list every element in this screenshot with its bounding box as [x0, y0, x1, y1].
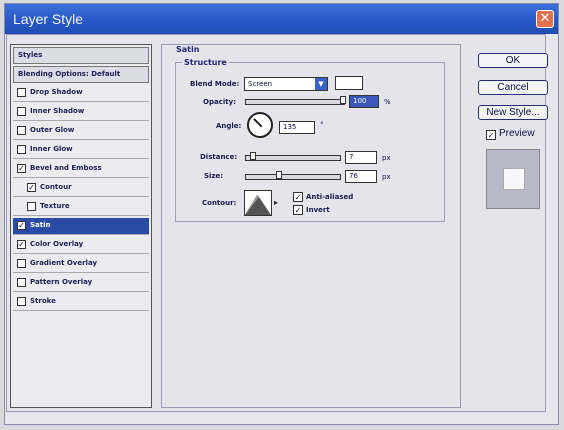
opacity-label: Opacity:: [203, 98, 236, 106]
cancel-button[interactable]: Cancel: [478, 80, 548, 95]
checkbox[interactable]: ✓: [17, 221, 26, 230]
contour-picker[interactable]: [244, 190, 272, 216]
sidebar-item-bevel-and-emboss[interactable]: ✓ Bevel and Emboss: [13, 161, 149, 178]
checkbox[interactable]: ✓: [27, 183, 36, 192]
invert-label: Invert: [306, 206, 330, 214]
checkbox[interactable]: [27, 202, 36, 211]
distance-label: Distance:: [200, 153, 238, 161]
sidebar-item-label: Pattern Overlay: [30, 278, 93, 286]
blend-mode-label: Blend Mode:: [190, 80, 240, 88]
angle-input[interactable]: 135: [279, 121, 315, 134]
sidebar-item-stroke[interactable]: Stroke: [13, 294, 149, 311]
sidebar-item-texture[interactable]: Texture: [13, 199, 149, 216]
blend-mode-select[interactable]: Screen ▼: [244, 77, 328, 91]
checkbox[interactable]: [17, 297, 26, 306]
sidebar-item-contour[interactable]: ✓ Contour: [13, 180, 149, 197]
sidebar-item-outer-glow[interactable]: Outer Glow: [13, 123, 149, 140]
opacity-slider-thumb[interactable]: [340, 96, 346, 104]
new-style-button[interactable]: New Style...: [478, 105, 548, 120]
contour-label: Contour:: [202, 199, 237, 207]
blend-mode-value: Screen: [248, 80, 273, 88]
sidebar-item-color-overlay[interactable]: ✓ Color Overlay: [13, 237, 149, 254]
blend-color-swatch[interactable]: [335, 76, 363, 90]
style-preview: [486, 149, 540, 209]
checkbox[interactable]: [17, 107, 26, 116]
checkbox[interactable]: [17, 145, 26, 154]
blending-options-item[interactable]: Blending Options: Default: [13, 66, 149, 83]
sidebar-item-label: Inner Glow: [30, 145, 73, 153]
group-title: Structure: [182, 58, 229, 67]
section-title: Satin: [176, 45, 200, 54]
sidebar-item-gradient-overlay[interactable]: Gradient Overlay: [13, 256, 149, 273]
checkbox[interactable]: ✓: [17, 240, 26, 249]
opacity-unit: %: [384, 98, 391, 106]
angle-label: Angle:: [216, 122, 242, 130]
size-slider-thumb[interactable]: [276, 171, 282, 179]
preview-label: Preview: [499, 128, 535, 139]
preview-checkbox[interactable]: ✓: [486, 130, 496, 140]
size-slider[interactable]: [245, 171, 341, 180]
contour-dropdown-icon[interactable]: ▸: [274, 190, 284, 216]
sidebar-item-label: Stroke: [30, 297, 56, 305]
sidebar-item-label: Outer Glow: [30, 126, 75, 134]
sidebar-item-label: Bevel and Emboss: [30, 164, 102, 172]
anti-aliased-label: Anti-aliased: [306, 193, 354, 201]
sidebar-item-label: Satin: [30, 221, 51, 229]
size-input[interactable]: 76: [345, 170, 377, 183]
blending-options-label: Blending Options: Default: [18, 70, 121, 78]
invert-checkbox[interactable]: ✓: [293, 205, 303, 215]
sidebar-item-label: Contour: [40, 183, 72, 191]
close-icon[interactable]: ✕: [536, 10, 554, 28]
checkbox[interactable]: [17, 278, 26, 287]
chevron-down-icon[interactable]: ▼: [315, 78, 327, 90]
sidebar-item-pattern-overlay[interactable]: Pattern Overlay: [13, 275, 149, 292]
contour-curve-icon: [245, 195, 271, 215]
angle-needle: [253, 118, 263, 128]
distance-input[interactable]: 7: [345, 151, 377, 164]
styles-header[interactable]: Styles: [13, 47, 149, 64]
distance-unit: px: [382, 154, 391, 162]
title-bar[interactable]: Layer Style ✕: [5, 4, 558, 34]
checkbox[interactable]: [17, 126, 26, 135]
checkbox[interactable]: ✓: [17, 164, 26, 173]
sidebar-item-label: Color Overlay: [30, 240, 84, 248]
preview-swatch: [503, 168, 525, 190]
sidebar-item-inner-glow[interactable]: Inner Glow: [13, 142, 149, 159]
sidebar-item-satin[interactable]: ✓ Satin: [13, 218, 149, 235]
sidebar-item-label: Drop Shadow: [30, 88, 83, 96]
sidebar-item-label: Inner Shadow: [30, 107, 85, 115]
ok-button[interactable]: OK: [478, 53, 548, 68]
opacity-input[interactable]: 100: [349, 95, 379, 108]
angle-unit: °: [320, 121, 324, 129]
checkbox[interactable]: [17, 259, 26, 268]
sidebar-item-inner-shadow[interactable]: Inner Shadow: [13, 104, 149, 121]
size-label: Size:: [204, 172, 224, 180]
anti-aliased-checkbox[interactable]: ✓: [293, 192, 303, 202]
distance-slider-thumb[interactable]: [250, 152, 256, 160]
window-title: Layer Style: [13, 11, 84, 27]
sidebar-item-label: Gradient Overlay: [30, 259, 98, 267]
angle-dial[interactable]: [247, 112, 273, 138]
opacity-slider[interactable]: [245, 96, 346, 105]
sidebar-item-label: Texture: [40, 202, 70, 210]
size-unit: px: [382, 173, 391, 181]
styles-header-label: Styles: [18, 51, 43, 59]
sidebar-item-drop-shadow[interactable]: Drop Shadow: [13, 85, 149, 102]
checkbox[interactable]: [17, 88, 26, 97]
styles-list: Styles Blending Options: Default Drop Sh…: [10, 44, 152, 408]
distance-slider[interactable]: [245, 152, 341, 161]
